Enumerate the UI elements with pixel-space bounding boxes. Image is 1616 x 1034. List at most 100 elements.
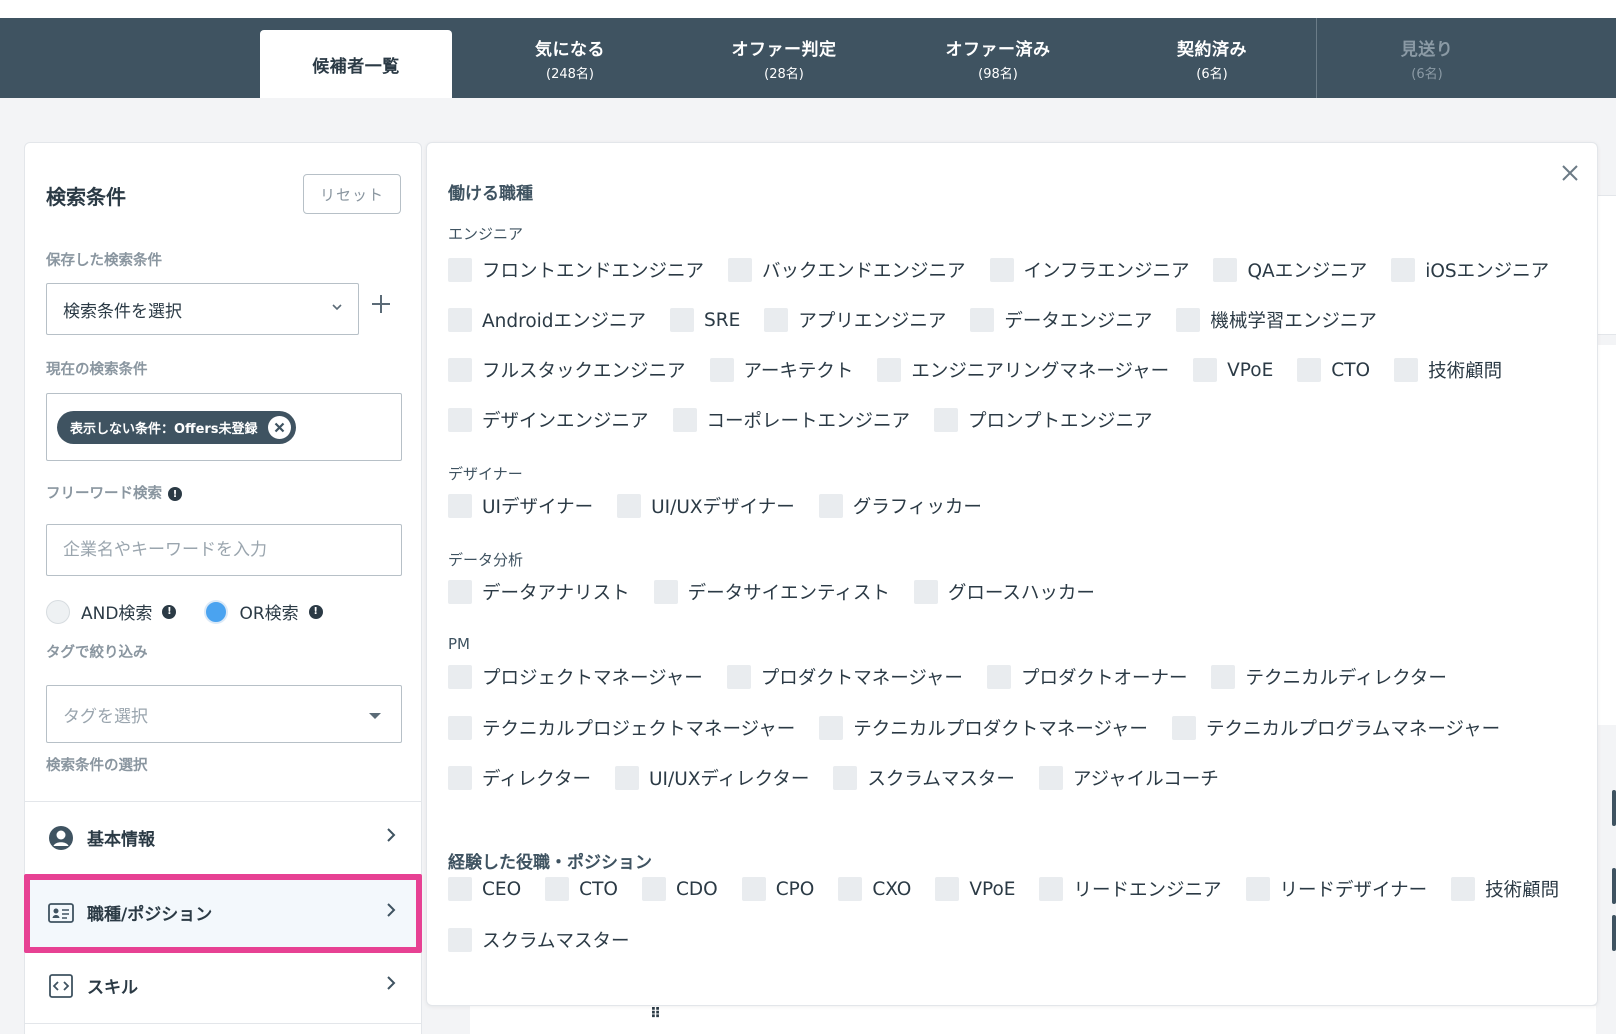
tab-offered[interactable]: オファー済み (98名) [891, 18, 1105, 98]
checkbox[interactable] [764, 308, 789, 332]
checkbox[interactable] [838, 877, 863, 901]
checkbox-option[interactable]: インフラエンジニア [989, 257, 1189, 283]
tab-declined[interactable]: 見送り (6名) [1320, 18, 1534, 98]
checkbox[interactable] [1171, 716, 1196, 740]
checkbox[interactable] [1039, 877, 1064, 901]
checkbox-option[interactable]: スクラムマスター [833, 765, 1015, 791]
checkbox-option[interactable]: エンジニアリングマネージャー [877, 357, 1169, 383]
checkbox[interactable] [448, 308, 472, 332]
checkbox-option[interactable]: グロースハッカー [913, 579, 1095, 605]
checkbox[interactable] [934, 408, 959, 432]
menu-skill[interactable]: スキル [25, 949, 421, 1021]
checkbox-option[interactable]: SRE [670, 308, 740, 332]
checkbox-option[interactable]: CEO [448, 877, 521, 901]
checkbox-option[interactable]: フルスタックエンジニア [448, 357, 686, 383]
checkbox-option[interactable]: リードエンジニア [1039, 876, 1222, 902]
checkbox-option[interactable]: アジャイルコーチ [1038, 765, 1219, 791]
checkbox-option[interactable]: CTO [545, 877, 618, 901]
checkbox-option[interactable]: テクニカルプロダクトマネージャー [819, 715, 1148, 741]
menu-basic-info[interactable]: 基本情報 [25, 801, 421, 873]
checkbox[interactable] [448, 877, 472, 901]
checkbox-option[interactable]: ディレクター [448, 765, 591, 791]
checkbox-option[interactable]: iOSエンジニア [1391, 257, 1549, 283]
checkbox-option[interactable]: CTO [1297, 358, 1370, 382]
checkbox[interactable] [818, 494, 843, 518]
checkbox[interactable] [672, 408, 697, 432]
checkbox[interactable] [728, 258, 753, 282]
checkbox-option[interactable]: Androidエンジニア [448, 307, 646, 333]
menu-job-position[interactable]: 職種/ポジション [25, 875, 421, 949]
close-icon[interactable] [267, 416, 291, 439]
checkbox[interactable] [448, 258, 472, 282]
checkbox[interactable] [913, 580, 938, 604]
checkbox[interactable] [1245, 877, 1270, 901]
checkbox[interactable] [448, 716, 472, 740]
and-radio[interactable] [46, 599, 70, 624]
tab-interested[interactable]: 気になる (248名) [463, 18, 677, 98]
checkbox-option[interactable]: UIデザイナー [448, 493, 593, 519]
checkbox[interactable] [833, 766, 858, 790]
tab-contracted[interactable]: 契約済み (6名) [1105, 18, 1319, 98]
reset-button[interactable]: リセット [303, 174, 401, 214]
checkbox-option[interactable]: フロントエンドエンジニア [448, 257, 704, 283]
saved-conditions-select[interactable]: 検索条件を選択 [46, 283, 359, 335]
checkbox-option[interactable]: CXO [838, 877, 911, 901]
checkbox-option[interactable]: プロンプトエンジニア [934, 407, 1152, 433]
checkbox[interactable] [1211, 665, 1236, 689]
checkbox-option[interactable]: データアナリスト [448, 579, 630, 605]
checkbox[interactable] [726, 665, 751, 689]
checkbox[interactable] [670, 308, 695, 332]
checkbox-option[interactable]: リードデザイナー [1245, 876, 1427, 902]
checkbox-option[interactable]: UI/UXデザイナー [617, 493, 795, 519]
checkbox[interactable] [819, 716, 844, 740]
checkbox[interactable] [448, 766, 472, 790]
tab-candidates[interactable]: 候補者一覧 [260, 30, 452, 98]
checkbox-option[interactable]: データサイエンティスト [653, 579, 890, 605]
close-icon[interactable] [1561, 161, 1579, 187]
checkbox[interactable] [448, 494, 472, 518]
checkbox-option[interactable]: デザインエンジニア [448, 407, 649, 433]
checkbox-option[interactable]: コーポレートエンジニア [672, 407, 910, 433]
checkbox-option[interactable]: バックエンドエンジニア [728, 257, 966, 283]
checkbox[interactable] [1394, 358, 1419, 382]
checkbox-option[interactable]: プロダクトオーナー [986, 664, 1187, 690]
checkbox-option[interactable]: VPoE [1193, 358, 1273, 382]
freeword-input[interactable] [46, 524, 402, 576]
checkbox[interactable] [989, 258, 1014, 282]
checkbox[interactable] [448, 928, 472, 952]
checkbox[interactable] [448, 408, 472, 432]
checkbox-option[interactable]: UI/UXディレクター [614, 765, 809, 791]
checkbox-option[interactable]: アーキテクト [709, 357, 853, 383]
checkbox-option[interactable]: スクラムマスター [448, 927, 629, 953]
info-icon[interactable]: ! [168, 487, 182, 501]
checkbox[interactable] [709, 358, 734, 382]
checkbox-option[interactable]: プロダクトマネージャー [726, 664, 963, 690]
checkbox[interactable] [614, 766, 639, 790]
checkbox[interactable] [1297, 358, 1322, 382]
checkbox[interactable] [448, 580, 472, 604]
checkbox[interactable] [986, 665, 1011, 689]
checkbox[interactable] [741, 877, 766, 901]
checkbox[interactable] [545, 877, 570, 901]
checkbox-option[interactable]: グラフィッカー [818, 493, 982, 519]
tag-select[interactable]: タグを選択 [46, 685, 402, 743]
checkbox-option[interactable]: 技術顧問 [1451, 876, 1559, 902]
checkbox-option[interactable]: QAエンジニア [1213, 257, 1367, 283]
checkbox-option[interactable]: 技術顧問 [1394, 357, 1502, 383]
checkbox[interactable] [935, 877, 960, 901]
checkbox[interactable] [653, 580, 678, 604]
checkbox-option[interactable]: プロジェクトマネージャー [448, 664, 703, 690]
checkbox[interactable] [617, 494, 642, 518]
info-icon[interactable]: ! [308, 604, 323, 619]
checkbox[interactable] [1038, 766, 1063, 790]
checkbox-option[interactable]: 機械学習エンジニア [1176, 307, 1377, 333]
checkbox[interactable] [970, 308, 995, 332]
checkbox[interactable] [448, 358, 472, 382]
checkbox-option[interactable]: テクニカルプロジェクトマネージャー [448, 715, 795, 741]
checkbox-option[interactable]: CDO [641, 877, 718, 901]
checkbox-option[interactable]: CPO [741, 877, 814, 901]
checkbox[interactable] [877, 358, 902, 382]
checkbox[interactable] [1391, 258, 1416, 282]
checkbox-option[interactable]: データエンジニア [970, 307, 1152, 333]
checkbox-option[interactable]: VPoE [935, 877, 1015, 901]
